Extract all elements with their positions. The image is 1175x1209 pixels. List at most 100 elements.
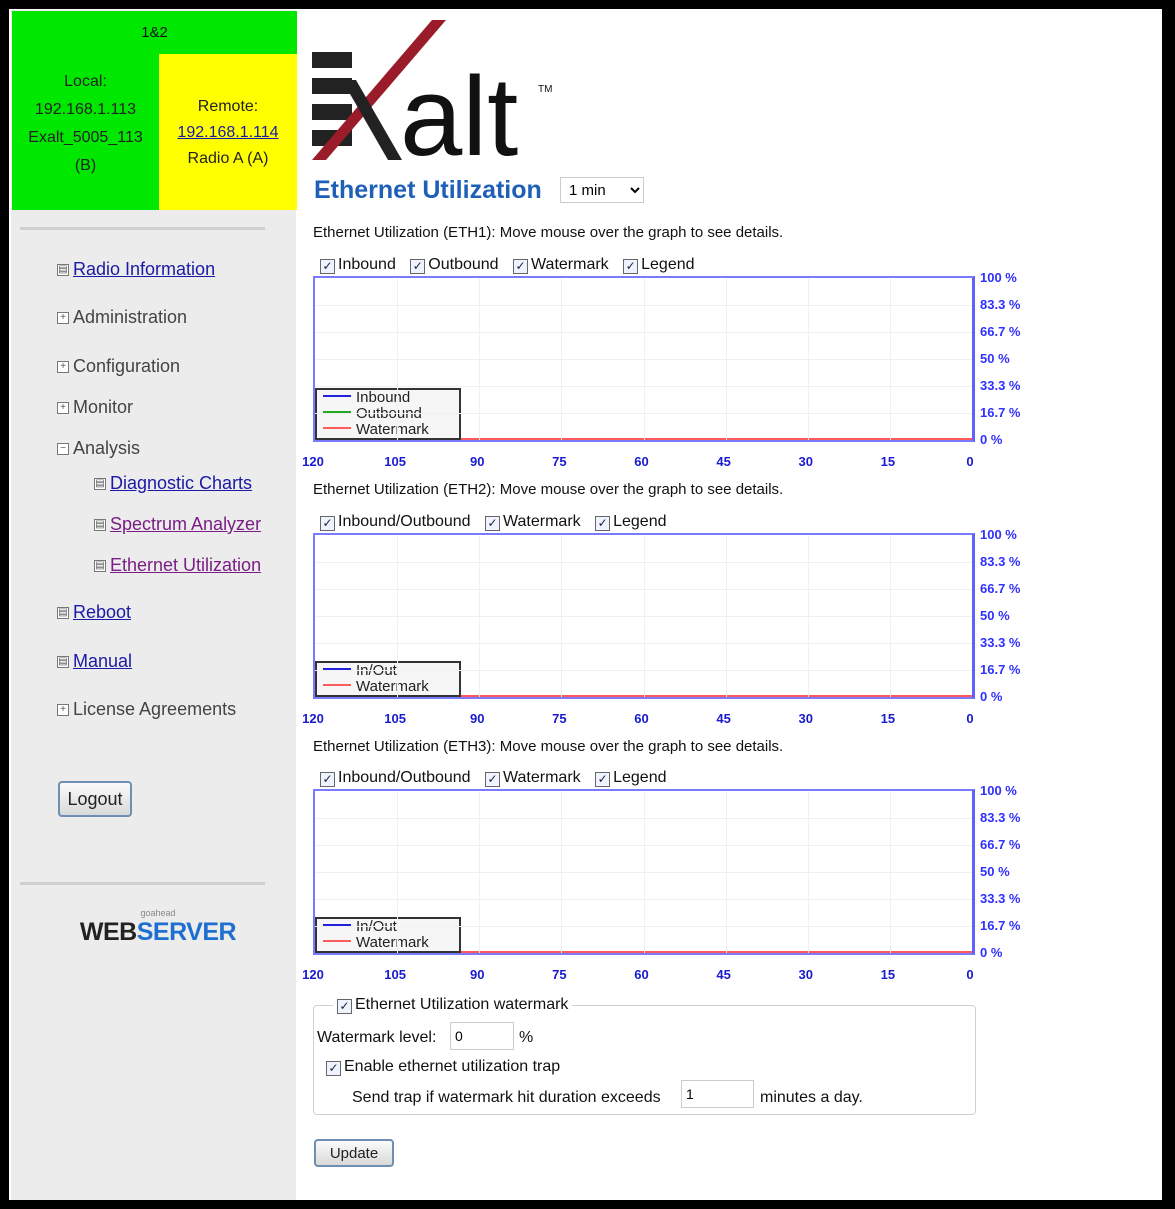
trap-duration-input[interactable]: [681, 1080, 754, 1108]
nav-link-spectrum-analyzer[interactable]: Spectrum Analyzer: [110, 514, 261, 534]
plus-icon[interactable]: +: [57, 361, 69, 374]
goahead-webserver-logo: goahead WEBSERVER: [78, 908, 238, 947]
legend-entry-watermark: Watermark: [317, 935, 459, 951]
x-tick-label: 105: [384, 711, 406, 726]
nav-item-diagnostic-charts[interactable]: ▤ Diagnostic Charts: [94, 473, 252, 494]
x-tick-label: 75: [552, 711, 567, 726]
nav-item-manual[interactable]: ▤ Manual: [57, 651, 132, 672]
x-tick-label: 75: [552, 454, 567, 469]
checkbox-checked-icon[interactable]: ✓: [320, 259, 335, 274]
checkbox-checked-icon[interactable]: ✓: [485, 772, 501, 787]
nav-link-manual[interactable]: Manual: [73, 651, 132, 671]
eth1-options: ✓ Inbound ✓ Outbound ✓ Watermark ✓ Legend: [320, 256, 705, 274]
x-tick-label: 105: [384, 454, 406, 469]
y-tick-label: 16.7 %: [980, 918, 1021, 933]
x-tick-label: 60: [634, 967, 649, 982]
chart-gridline-horizontal: [315, 899, 972, 900]
nav-link-diagnostic-charts[interactable]: Diagnostic Charts: [110, 473, 252, 493]
legend-entry-inbound: Inbound: [317, 390, 459, 406]
eth2-inout-checkbox[interactable]: ✓ Inbound/Outbound: [320, 513, 471, 531]
nav-item-configuration[interactable]: + Configuration: [57, 356, 180, 377]
page-icon: ▤: [94, 560, 106, 573]
eth3-options: ✓ Inbound/Outbound ✓ Watermark ✓ Legend: [320, 769, 677, 787]
link-status-header: 1&2: [12, 11, 297, 54]
page-title: Ethernet Utilization: [314, 176, 542, 204]
trap-duration-unit: minutes a day.: [760, 1089, 863, 1106]
nav-item-monitor[interactable]: + Monitor: [57, 397, 133, 418]
y-tick-label: 33.3 %: [980, 635, 1021, 650]
eth2-legend-checkbox[interactable]: ✓ Legend: [595, 513, 667, 531]
nav-item-reboot[interactable]: ▤ Reboot: [57, 602, 131, 623]
plus-icon[interactable]: +: [57, 704, 69, 717]
x-tick-label: 120: [302, 454, 324, 469]
minus-icon[interactable]: −: [57, 443, 69, 456]
eth3-legend-checkbox[interactable]: ✓ Legend: [595, 769, 667, 787]
chart-gridline-horizontal: [315, 818, 972, 819]
watermark-section-legend[interactable]: ✓ Ethernet Utilization watermark: [333, 996, 573, 1014]
local-id: (B): [74, 157, 97, 174]
plus-icon[interactable]: +: [57, 402, 69, 415]
x-tick-label: 60: [634, 711, 649, 726]
eth2-watermark-checkbox[interactable]: ✓ Watermark: [485, 513, 581, 531]
y-tick-label: 50 %: [980, 351, 1010, 366]
remote-ip-link[interactable]: 192.168.1.114: [159, 120, 297, 146]
x-tick-label: 105: [384, 967, 406, 982]
nav-item-spectrum-analyzer[interactable]: ▤ Spectrum Analyzer: [94, 514, 261, 535]
nav-item-radio-information[interactable]: ▤ Radio Information: [57, 259, 215, 280]
nav-item-ethernet-utilization[interactable]: ▤ Ethernet Utilization: [94, 555, 261, 576]
y-tick-label: 83.3 %: [980, 810, 1021, 825]
checkbox-checked-icon[interactable]: ✓: [595, 772, 611, 787]
plus-icon[interactable]: +: [57, 312, 69, 325]
nav-link-reboot[interactable]: Reboot: [73, 602, 131, 622]
nav-item-license-agreements[interactable]: + License Agreements: [57, 699, 236, 720]
nav-link-ethernet-utilization[interactable]: Ethernet Utilization: [110, 555, 261, 575]
eth2-utilization-chart[interactable]: In/Out Watermark: [313, 533, 975, 699]
y-tick-label: 50 %: [980, 608, 1010, 623]
x-tick-label: 15: [880, 454, 896, 469]
eth1-outbound-checkbox[interactable]: ✓ Outbound: [410, 256, 499, 274]
logout-button[interactable]: Logout: [58, 781, 132, 817]
chart-gridline-horizontal: [315, 413, 972, 414]
y-tick-label: 0 %: [980, 432, 1003, 447]
watermark-level-input[interactable]: [450, 1022, 514, 1050]
watermark-enable-checkbox[interactable]: ✓: [337, 999, 352, 1014]
eth3-utilization-chart[interactable]: In/Out Watermark: [313, 789, 975, 955]
nav-label-monitor: Monitor: [73, 397, 134, 417]
legend-entry-outbound: Outbound: [317, 406, 459, 422]
x-tick-label: 30: [798, 454, 813, 469]
eth1-watermark-checkbox[interactable]: ✓ Watermark: [513, 256, 609, 274]
eth1-caption: Ethernet Utilization (ETH1): Move mouse …: [313, 224, 784, 241]
eth1-chart-legend: Inbound Outbound Watermark: [315, 388, 461, 440]
nav-link-radio-information[interactable]: Radio Information: [73, 259, 215, 279]
eth3-watermark-checkbox[interactable]: ✓ Watermark: [485, 769, 581, 787]
checkbox-checked-icon[interactable]: ✓: [485, 516, 501, 531]
page-icon: ▤: [94, 519, 106, 532]
x-tick-label: 45: [716, 711, 731, 726]
x-tick-label: 120: [302, 711, 324, 726]
watermark-section-label: Ethernet Utilization watermark: [355, 996, 569, 1013]
nav-label-administration: Administration: [73, 307, 188, 327]
y-tick-label: 66.7 %: [980, 324, 1021, 339]
trap-option[interactable]: ✓ Enable ethernet utilization trap: [326, 1058, 560, 1076]
checkbox-checked-icon[interactable]: ✓: [320, 516, 335, 531]
checkbox-checked-icon[interactable]: ✓: [623, 259, 639, 274]
y-tick-label: 100 %: [980, 270, 1017, 285]
eth1-inbound-checkbox[interactable]: ✓ Inbound: [320, 256, 396, 274]
nav-item-analysis[interactable]: − Analysis: [57, 438, 140, 459]
checkbox-checked-icon[interactable]: ✓: [320, 772, 335, 787]
eth2-options: ✓ Inbound/Outbound ✓ Watermark ✓ Legend: [320, 513, 677, 531]
checkbox-checked-icon[interactable]: ✓: [513, 259, 529, 274]
update-button[interactable]: Update: [314, 1139, 394, 1167]
checkbox-checked-icon[interactable]: ✓: [595, 516, 611, 531]
eth1-utilization-chart[interactable]: Inbound Outbound Watermark: [313, 276, 975, 442]
page-icon: ▤: [57, 607, 69, 620]
eth1-legend-checkbox[interactable]: ✓ Legend: [623, 256, 695, 274]
interval-select[interactable]: 1 min: [560, 177, 644, 203]
checkbox-checked-icon[interactable]: ✓: [410, 259, 426, 274]
x-tick-label: 90: [470, 454, 485, 469]
trap-enable-checkbox[interactable]: ✓: [326, 1061, 341, 1076]
nav-label-analysis: Analysis: [73, 438, 141, 458]
y-tick-label: 0 %: [980, 689, 1003, 704]
nav-item-administration[interactable]: + Administration: [57, 307, 187, 328]
eth3-inout-checkbox[interactable]: ✓ Inbound/Outbound: [320, 769, 471, 787]
